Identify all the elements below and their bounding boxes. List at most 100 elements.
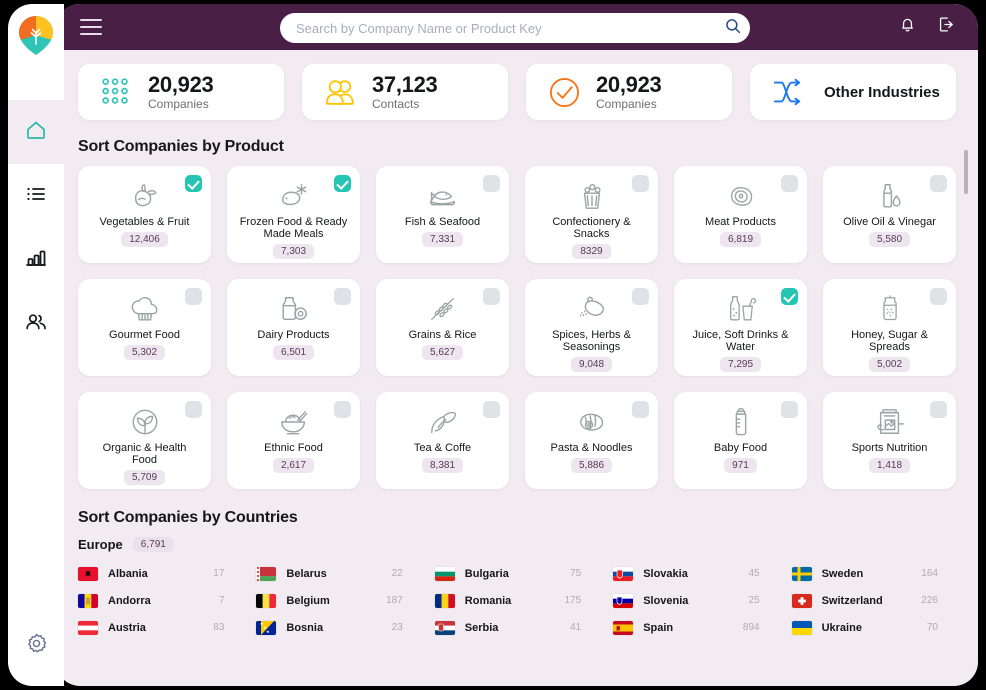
country-count: 17	[213, 568, 225, 579]
baby-food-icon	[728, 405, 754, 439]
country-name: Belgium	[286, 594, 330, 607]
romania-flag	[434, 593, 455, 608]
stat-card-companies-1[interactable]: 20,923 Companies	[78, 64, 284, 120]
country-row[interactable]: Austria 83	[78, 614, 242, 641]
andorra-flag	[78, 593, 98, 608]
product-name: Spices, Herbs & Seasonings	[552, 329, 631, 353]
products-section-title: Sort Companies by Product	[78, 138, 284, 155]
product-checkbox[interactable]	[185, 288, 202, 305]
product-checkbox[interactable]	[185, 401, 202, 418]
country-name: Sweden	[821, 567, 864, 580]
frozen-food-icon	[277, 179, 311, 213]
product-count: 2,617	[272, 458, 315, 473]
country-count: 23	[391, 622, 403, 633]
product-checkbox[interactable]	[185, 175, 202, 192]
product-checkbox[interactable]	[781, 288, 798, 305]
country-row[interactable]: Bulgaria 75	[434, 560, 599, 587]
product-card[interactable]: Frozen Food & Ready Made Meals 7,303	[227, 166, 360, 263]
home-icon	[24, 118, 48, 147]
product-name: Gourmet Food	[109, 329, 180, 341]
country-row[interactable]: Sweden 164	[791, 560, 956, 587]
stat-card-contacts[interactable]: 37,123 Contacts	[302, 64, 508, 120]
country-count: 226	[921, 595, 938, 606]
sidebar-item-lists[interactable]	[8, 164, 64, 228]
product-card[interactable]: Sports Nutrition 1,418	[823, 392, 956, 489]
product-card[interactable]: Pasta & Noodles 5,886	[525, 392, 658, 489]
product-checkbox[interactable]	[781, 175, 798, 192]
country-count: 41	[570, 622, 582, 633]
country-row[interactable]: Spain 894	[613, 614, 777, 641]
sports-nutrition-icon	[874, 405, 906, 439]
stat-card-companies-2[interactable]: 20,923 Companies	[526, 64, 732, 120]
hamburger-icon[interactable]	[80, 19, 102, 35]
vertical-scrollbar[interactable]	[964, 150, 968, 670]
country-row[interactable]: Switzerland 226	[791, 587, 956, 614]
product-checkbox[interactable]	[483, 175, 500, 192]
product-card[interactable]: Baby Food 971	[674, 392, 807, 489]
sidebar-item-analytics[interactable]	[8, 228, 64, 292]
country-row[interactable]: Serbia 41	[434, 614, 599, 641]
country-row[interactable]: Ukraine 70	[791, 614, 956, 641]
product-count: 8,381	[421, 458, 464, 473]
country-row[interactable]: Andorra 7	[78, 587, 242, 614]
product-checkbox[interactable]	[483, 401, 500, 418]
product-checkbox[interactable]	[334, 401, 351, 418]
product-checkbox[interactable]	[781, 401, 798, 418]
product-card[interactable]: Grains & Rice 5,627	[376, 279, 509, 376]
product-card[interactable]: Olive Oil & Vinegar 5,580	[823, 166, 956, 263]
country-row[interactable]: Bosnia 23	[256, 614, 420, 641]
spices-herbs-icon	[575, 292, 609, 326]
product-checkbox[interactable]	[632, 401, 649, 418]
product-card[interactable]: Dairy Products 6,501	[227, 279, 360, 376]
organic-health-icon	[129, 405, 161, 439]
product-count: 6,501	[272, 345, 315, 360]
scrollbar-thumb[interactable]	[964, 150, 968, 194]
country-row[interactable]: Romania 175	[434, 587, 599, 614]
country-name: Serbia	[464, 621, 499, 634]
product-card[interactable]: Honey, Sugar & Spreads 5,002	[823, 279, 956, 376]
product-card[interactable]: Tea & Coffe 8,381	[376, 392, 509, 489]
search-bar[interactable]	[280, 13, 750, 43]
product-card[interactable]: Ethnic Food 2,617	[227, 392, 360, 489]
product-card[interactable]: Organic & Health Food 5,709	[78, 392, 211, 489]
country-row[interactable]: Slovakia 45	[613, 560, 777, 587]
product-checkbox[interactable]	[930, 175, 947, 192]
product-checkbox[interactable]	[334, 288, 351, 305]
sidebar-item-contacts[interactable]	[8, 292, 64, 356]
sidebar-item-settings[interactable]	[8, 624, 64, 668]
product-count: 5,580	[868, 232, 911, 247]
stat-label: Other Industries	[824, 83, 940, 101]
product-name: Grains & Rice	[408, 329, 477, 341]
product-checkbox[interactable]	[632, 288, 649, 305]
product-checkbox[interactable]	[483, 288, 500, 305]
country-row[interactable]: Slovenia 25	[613, 587, 777, 614]
product-card[interactable]: Gourmet Food 5,302	[78, 279, 211, 376]
product-count: 9,048	[570, 357, 613, 372]
logout-icon[interactable]	[937, 15, 956, 39]
product-card[interactable]: Vegetables & Fruit 12,406	[78, 166, 211, 263]
country-row[interactable]: Albania 17	[78, 560, 242, 587]
product-checkbox[interactable]	[930, 288, 947, 305]
product-name: Tea & Coffe	[413, 442, 472, 454]
stat-value: 20,923	[596, 71, 662, 97]
product-checkbox[interactable]	[930, 401, 947, 418]
stat-label: Contacts	[372, 97, 420, 112]
search-input[interactable]	[296, 20, 716, 36]
country-row[interactable]: Belarus 22	[256, 560, 420, 587]
product-card[interactable]: Confectionery & Snacks 8329	[525, 166, 658, 263]
bell-icon[interactable]	[898, 15, 917, 39]
stat-value: 20,923	[148, 71, 214, 97]
product-card[interactable]: Spices, Herbs & Seasonings 9,048	[525, 279, 658, 376]
sidebar-item-home[interactable]	[8, 86, 64, 178]
product-checkbox[interactable]	[632, 175, 649, 192]
confectionery-snacks-icon	[576, 179, 608, 213]
product-card[interactable]: Meat Products 6,819	[674, 166, 807, 263]
stat-card-other-industries[interactable]: Other Industries	[750, 64, 956, 120]
belarus-flag	[256, 566, 277, 581]
search-button[interactable]	[716, 13, 750, 43]
product-checkbox[interactable]	[334, 175, 351, 192]
product-card[interactable]: Juice, Soft Drinks & Water 7,295	[674, 279, 807, 376]
country-name: Slovakia	[643, 567, 688, 580]
country-row[interactable]: Belgium 187	[256, 587, 420, 614]
product-card[interactable]: Fish & Seafood 7,331	[376, 166, 509, 263]
